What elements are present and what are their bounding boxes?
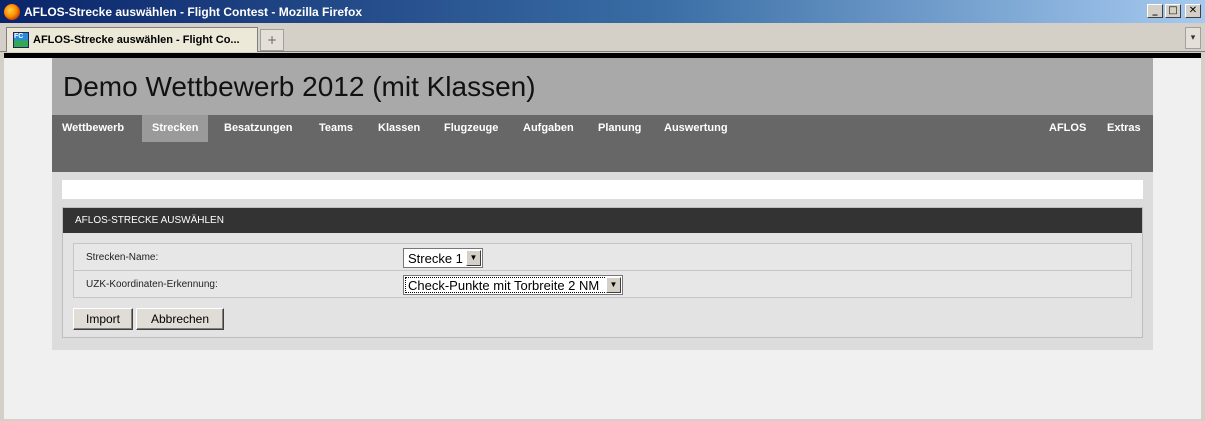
nav-item-auswertung[interactable]: Auswertung: [654, 115, 738, 142]
browser-tab[interactable]: FC AFLOS-Strecke auswählen - Flight Co..…: [6, 27, 258, 52]
nav-item-klassen[interactable]: Klassen: [368, 115, 430, 142]
page-viewport: Demo Wettbewerb 2012 (mit Klassen) Wettb…: [4, 53, 1201, 419]
coordinate-detection-select[interactable]: Check-Punkte mit Torbreite 2 NM ▼: [403, 275, 623, 295]
import-button[interactable]: Import: [73, 308, 133, 330]
flight-contest-favicon-icon: FC: [13, 32, 29, 48]
aflos-route-panel: AFLOS-STRECKE AUSWÄHLEN Strecken-Name: S…: [62, 207, 1143, 338]
nav-item-extras[interactable]: Extras: [1097, 115, 1151, 142]
coordinate-detection-value: Check-Punkte mit Torbreite 2 NM: [408, 277, 600, 293]
route-name-label: Strecken-Name:: [86, 252, 159, 263]
page-header: Demo Wettbewerb 2012 (mit Klassen): [52, 58, 1153, 115]
window-title-bar: AFLOS-Strecke auswählen - Flight Contest…: [0, 0, 1205, 23]
chevron-down-icon[interactable]: ▼: [606, 277, 621, 293]
maximize-button[interactable]: □: [1165, 4, 1181, 18]
form-row-coordinates: UZK-Koordinaten-Erkennung: Check-Punkte …: [74, 271, 1131, 298]
nav-item-aufgaben[interactable]: Aufgaben: [513, 115, 584, 142]
minimize-button[interactable]: _: [1147, 4, 1163, 18]
chevron-down-icon[interactable]: ▼: [466, 250, 481, 266]
message-bar: [62, 180, 1143, 199]
contest-title: Demo Wettbewerb 2012 (mit Klassen): [63, 71, 536, 102]
cancel-button[interactable]: Abbrechen: [136, 308, 224, 330]
window-title: AFLOS-Strecke auswählen - Flight Contest…: [24, 4, 363, 19]
firefox-logo-icon: [4, 3, 20, 20]
tab-strip: FC AFLOS-Strecke auswählen - Flight Co..…: [0, 23, 1205, 52]
close-window-button[interactable]: ✕: [1185, 4, 1201, 18]
nav-item-strecken[interactable]: Strecken: [142, 115, 209, 142]
form-table: Strecken-Name: Strecke 1 ▼ UZK-Koordinat…: [73, 243, 1132, 298]
page-container: Demo Wettbewerb 2012 (mit Klassen) Wettb…: [52, 58, 1153, 350]
main-navigation: Wettbewerb Strecken Besatzungen Teams Kl…: [52, 115, 1153, 172]
nav-item-planung[interactable]: Planung: [588, 115, 651, 142]
nav-item-wettbewerb[interactable]: Wettbewerb: [52, 115, 134, 142]
nav-item-teams[interactable]: Teams: [309, 115, 363, 142]
tab-list-button[interactable]: ▾: [1185, 27, 1201, 49]
coordinates-label: UZK-Koordinaten-Erkennung:: [86, 279, 218, 290]
new-tab-button[interactable]: +: [260, 29, 284, 51]
nav-item-aflos[interactable]: AFLOS: [1039, 115, 1096, 142]
route-name-select[interactable]: Strecke 1 ▼: [403, 248, 483, 268]
nav-item-besatzungen[interactable]: Besatzungen: [214, 115, 302, 142]
form-row-route-name: Strecken-Name: Strecke 1 ▼: [74, 244, 1131, 271]
panel-heading: AFLOS-STRECKE AUSWÄHLEN: [63, 208, 1142, 233]
nav-item-flugzeuge[interactable]: Flugzeuge: [434, 115, 508, 142]
tab-title: AFLOS-Strecke auswählen - Flight Co...: [33, 34, 240, 46]
window-controls: _ □ ✕: [1147, 4, 1201, 18]
route-name-value: Strecke 1: [408, 250, 463, 266]
